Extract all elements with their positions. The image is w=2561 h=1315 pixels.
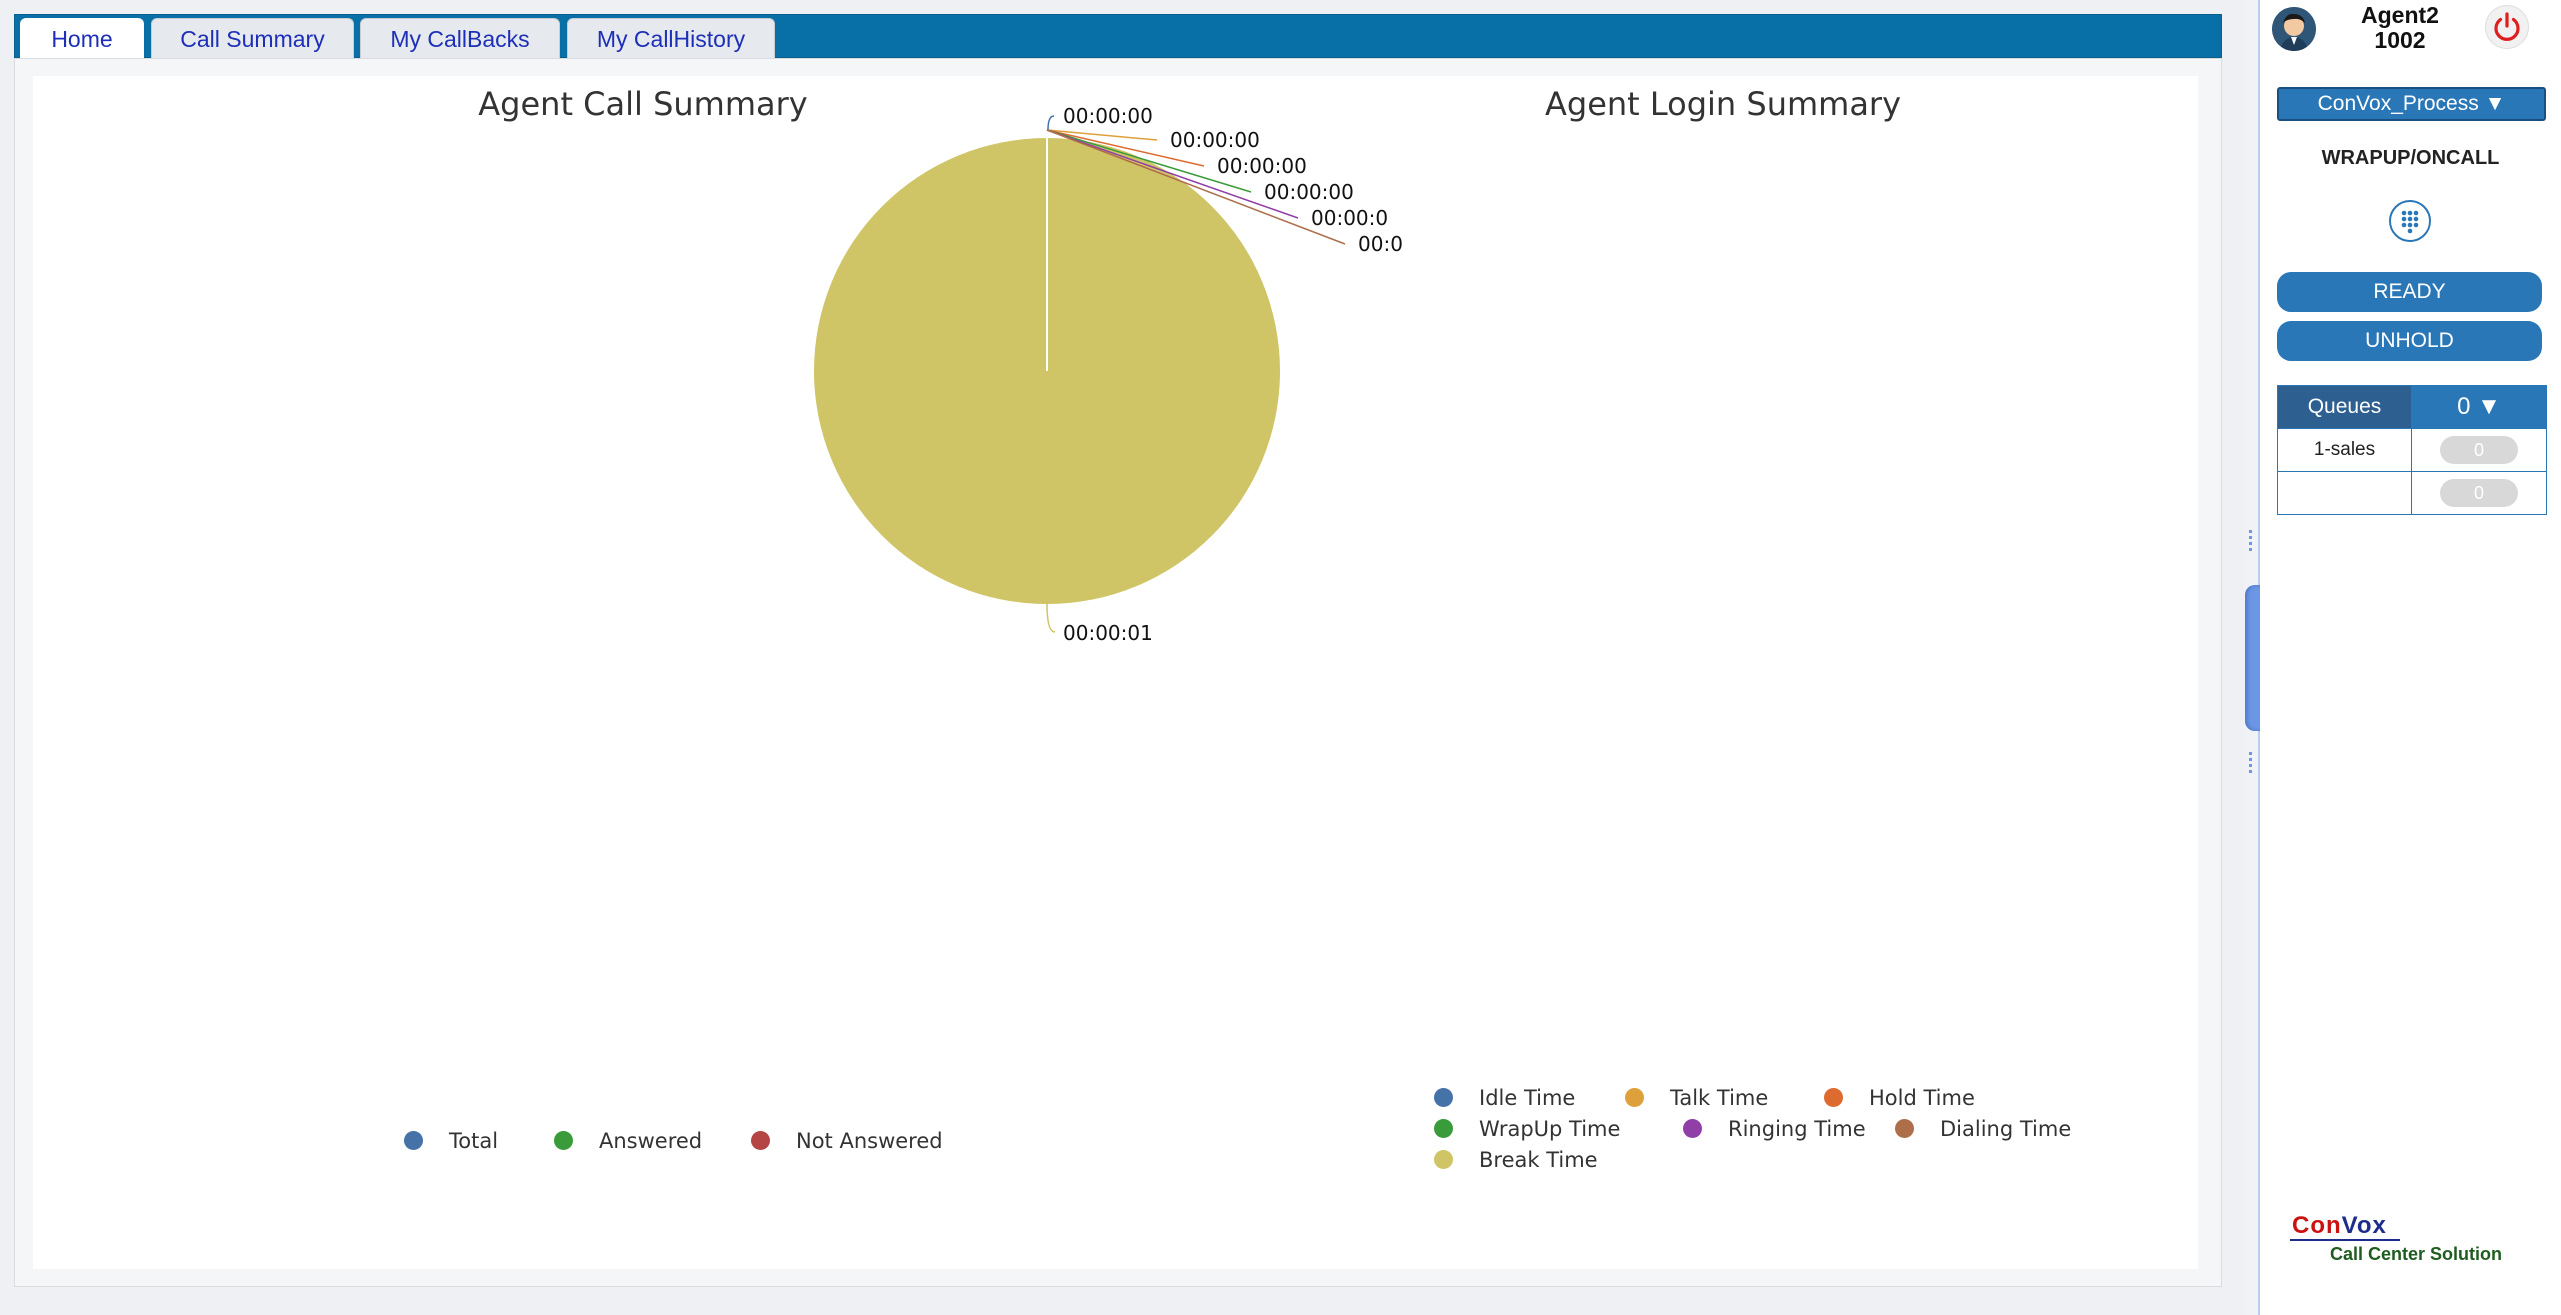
splitter-grip-bottom <box>2249 752 2252 776</box>
queues-header-row: Queues 0 ▼ <box>2277 385 2547 429</box>
queue-name <box>2277 471 2412 515</box>
legend-idle-time-label: Idle Time <box>1479 1086 1576 1110</box>
agent-sidebar: Agent2 1002 ConVox_Process ▼ WRAPUP/ONCA… <box>2260 0 2561 1315</box>
avatar <box>2272 7 2316 51</box>
queue-row: 1-sales 0 <box>2277 428 2547 472</box>
pie-data-label-dialing-time: 00:0 <box>1358 232 1403 256</box>
pie-data-label-wrapup-time: 00:00:00 <box>1264 180 1354 204</box>
agent-name: Agent2 <box>2361 2 2439 28</box>
legend-talk-time-label: Talk Time <box>1670 1086 1769 1110</box>
splitter-grip-top <box>2249 530 2252 554</box>
dashboard-canvas: Agent Call Summary Total Answered Not An… <box>33 76 2198 1269</box>
brand-name-part2: Vox <box>2341 1212 2387 1239</box>
queues-count-dropdown[interactable]: 0 ▼ <box>2411 385 2547 429</box>
legend-break-time[interactable]: Break Time <box>1434 1148 1598 1172</box>
queue-count-cell: 0 <box>2411 471 2547 515</box>
agent-status: WRAPUP/ONCALL <box>2321 147 2500 169</box>
dialpad-button[interactable] <box>2389 200 2431 242</box>
queue-count-badge: 0 <box>2440 436 2518 464</box>
queue-count-badge: 0 <box>2440 479 2518 507</box>
legend-dialing-time-marker <box>1895 1118 1914 1138</box>
legend-wrapup-time-marker <box>1434 1118 1453 1138</box>
content-panel: Agent Call Summary Total Answered Not An… <box>14 58 2222 1287</box>
queue-name: 1-sales <box>2277 428 2412 472</box>
process-select[interactable]: ConVox_Process ▼ <box>2277 87 2546 121</box>
agent-extension: 1002 <box>2374 27 2426 53</box>
unhold-button[interactable]: UNHOLD <box>2277 321 2542 361</box>
legend-dialing-time[interactable]: Dialing Time <box>1895 1117 2071 1141</box>
legend-hold-time-label: Hold Time <box>1869 1086 1975 1110</box>
legend-ringing-time-label: Ringing Time <box>1728 1117 1866 1141</box>
tab-my-callhistory[interactable]: My CallHistory <box>567 18 775 59</box>
queue-count-cell: 0 <box>2411 428 2547 472</box>
legend-break-time-marker <box>1434 1149 1453 1169</box>
legend-wrapup-time-label: WrapUp Time <box>1479 1117 1621 1141</box>
queues-header: Queues <box>2277 385 2412 429</box>
pie-data-label-talk-time: 00:00:00 <box>1170 128 1260 152</box>
legend-idle-time[interactable]: Idle Time <box>1434 1086 1575 1110</box>
brand-tagline: Call Center Solution <box>2330 1244 2503 1264</box>
legend-hold-time[interactable]: Hold Time <box>1824 1086 1975 1110</box>
queue-row: 0 <box>2277 471 2547 515</box>
pie-data-label-hold-time: 00:00:00 <box>1217 154 1307 178</box>
logout-button[interactable] <box>2485 5 2529 49</box>
legend-ringing-time-marker <box>1683 1118 1702 1138</box>
power-icon <box>2494 12 2520 41</box>
queues-table: Queues 0 ▼ 1-sales 0 0 <box>2277 385 2547 515</box>
tab-my-callbacks[interactable]: My CallBacks <box>360 18 560 59</box>
legend-hold-time-marker <box>1824 1087 1843 1107</box>
legend-dialing-time-label: Dialing Time <box>1940 1117 2072 1141</box>
legend-wrapup-time[interactable]: WrapUp Time <box>1434 1117 1620 1141</box>
pie-connector-break-time <box>1046 603 1056 633</box>
legend-ringing-time[interactable]: Ringing Time <box>1683 1117 1866 1141</box>
legend-idle-time-marker <box>1434 1087 1453 1107</box>
brand-logo: ConVox <box>2292 1212 2387 1240</box>
legend-talk-time[interactable]: Talk Time <box>1625 1086 1768 1110</box>
dialpad-icon <box>2401 210 2419 234</box>
tab-bar: Home Call Summary My CallBacks My CallHi… <box>14 14 2222 60</box>
pie-data-label-idle-time: 00:00:00 <box>1063 104 1153 128</box>
pie-data-label-ringing-time: 00:00:0 <box>1311 206 1388 230</box>
brand-name-part1: Con <box>2292 1212 2342 1239</box>
legend-talk-time-marker <box>1625 1087 1644 1107</box>
ready-button[interactable]: READY <box>2277 272 2542 312</box>
main-area: Home Call Summary My CallBacks My CallHi… <box>0 0 2244 1315</box>
pie-connector-idle-time <box>1047 115 1055 131</box>
legend-break-time-label: Break Time <box>1479 1148 1598 1172</box>
tab-home[interactable]: Home <box>20 18 144 60</box>
tab-call-summary[interactable]: Call Summary <box>151 18 354 59</box>
pie-data-label-break-time: 00:00:01 <box>1063 621 1153 645</box>
brand-underline <box>2290 1239 2400 1241</box>
agent-avatar-icon <box>2272 7 2316 51</box>
